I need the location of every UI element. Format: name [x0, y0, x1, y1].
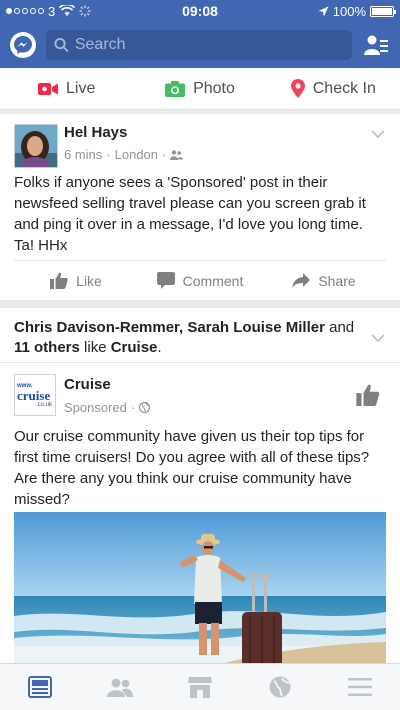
- battery-percent: 100%: [332, 3, 366, 19]
- chevron-down-icon[interactable]: [368, 124, 388, 144]
- comment-label: Comment: [182, 272, 244, 289]
- social-context-text: like: [79, 339, 111, 356]
- bottom-tab-bar: [0, 663, 400, 710]
- post-photo[interactable]: [14, 512, 386, 663]
- photo-label: Photo: [193, 79, 235, 97]
- live-button[interactable]: Live: [0, 68, 133, 109]
- activity-spinner-icon: [79, 5, 91, 17]
- carrier-signal: 3: [6, 4, 146, 19]
- status-right: 100%: [254, 3, 396, 19]
- top-header: 3 09:08 100%: [0, 0, 400, 68]
- liker-others[interactable]: 11 others: [14, 339, 80, 356]
- composer-actions: Live Photo Check In: [0, 68, 400, 110]
- search-input[interactable]: [74, 36, 344, 54]
- post-text: Folks if anyone sees a 'Sponsored' post …: [14, 174, 366, 254]
- camera-icon: [165, 80, 186, 97]
- check-in-button[interactable]: Check In: [267, 68, 400, 109]
- friends-audience-icon: [170, 149, 184, 160]
- search-icon: [54, 38, 69, 53]
- like-button[interactable]: Like: [14, 261, 138, 300]
- share-button[interactable]: Share: [262, 261, 386, 300]
- social-context: Chris Davison-Remmer, Sarah Louise Mille…: [14, 318, 360, 358]
- messenger-icon[interactable]: [10, 32, 36, 58]
- meta-separator: ·: [106, 147, 111, 162]
- liker-names[interactable]: Chris Davison-Remmer, Sarah Louise Mille…: [14, 319, 325, 336]
- logo-brand: cruise: [17, 387, 51, 403]
- comment-icon: [156, 272, 175, 289]
- share-icon: [292, 273, 311, 288]
- share-label: Share: [318, 272, 356, 289]
- sponsored-post: Chris Davison-Remmer, Sarah Louise Mille…: [0, 308, 400, 663]
- tab-friends[interactable]: [80, 664, 160, 710]
- chevron-down-icon[interactable]: [368, 328, 388, 348]
- liked-page[interactable]: Cruise: [111, 339, 158, 356]
- meta-separator: ·: [130, 400, 136, 415]
- logo-tld: .co.uk: [35, 401, 52, 408]
- tab-menu[interactable]: [320, 664, 400, 710]
- search-row: [0, 22, 400, 68]
- sponsored-label[interactable]: Sponsored: [64, 400, 127, 415]
- post-author[interactable]: Hel Hays: [64, 124, 127, 141]
- social-context-text: and: [324, 319, 355, 336]
- avatar[interactable]: [14, 124, 58, 168]
- post-time[interactable]: 6 mins: [64, 147, 102, 162]
- wifi-icon: [59, 5, 76, 16]
- divider: [0, 362, 400, 363]
- page-logo[interactable]: www. cruise .co.uk: [14, 374, 56, 416]
- tab-notifications[interactable]: [240, 664, 320, 710]
- photo-button[interactable]: Photo: [133, 68, 266, 109]
- post-meta: 6 mins · London ·: [64, 147, 184, 162]
- signal-dots-icon: [6, 8, 44, 14]
- post-actions: Like Comment Share: [14, 260, 386, 300]
- feed-post: Hel Hays 6 mins · London · Folks if anyo…: [0, 114, 400, 300]
- like-label: Like: [76, 272, 102, 289]
- globe-icon: [139, 402, 151, 413]
- search-bar[interactable]: [46, 30, 352, 60]
- thumbs-up-icon: [356, 384, 380, 406]
- post-location[interactable]: London: [115, 147, 158, 162]
- friend-requests-icon[interactable]: [362, 31, 390, 59]
- video-icon: [37, 82, 58, 95]
- location-pin-icon: [290, 79, 305, 98]
- friends-icon: [107, 678, 133, 697]
- page-like-button[interactable]: [356, 384, 382, 410]
- newsfeed-icon: [28, 676, 52, 698]
- tab-marketplace[interactable]: [160, 664, 240, 710]
- post-text: Our cruise community have given us their…: [14, 428, 370, 508]
- check-in-label: Check In: [312, 79, 376, 97]
- social-context-text: .: [157, 339, 162, 356]
- clock: 09:08: [182, 3, 218, 19]
- carrier-name: 3: [48, 3, 56, 19]
- menu-icon: [348, 678, 372, 696]
- meta-separator: ·: [162, 147, 167, 162]
- comment-button[interactable]: Comment: [138, 261, 262, 300]
- globe-icon: [269, 676, 291, 698]
- battery-icon: [370, 5, 396, 17]
- page-name[interactable]: Cruise: [64, 376, 111, 393]
- marketplace-icon: [188, 677, 212, 698]
- thumbs-up-icon: [50, 272, 68, 289]
- tab-news-feed[interactable]: [0, 664, 80, 710]
- post-meta: Sponsored ·: [64, 400, 151, 415]
- live-label: Live: [65, 79, 96, 97]
- status-bar: 3 09:08 100%: [0, 0, 400, 22]
- location-arrow-icon: [318, 6, 329, 16]
